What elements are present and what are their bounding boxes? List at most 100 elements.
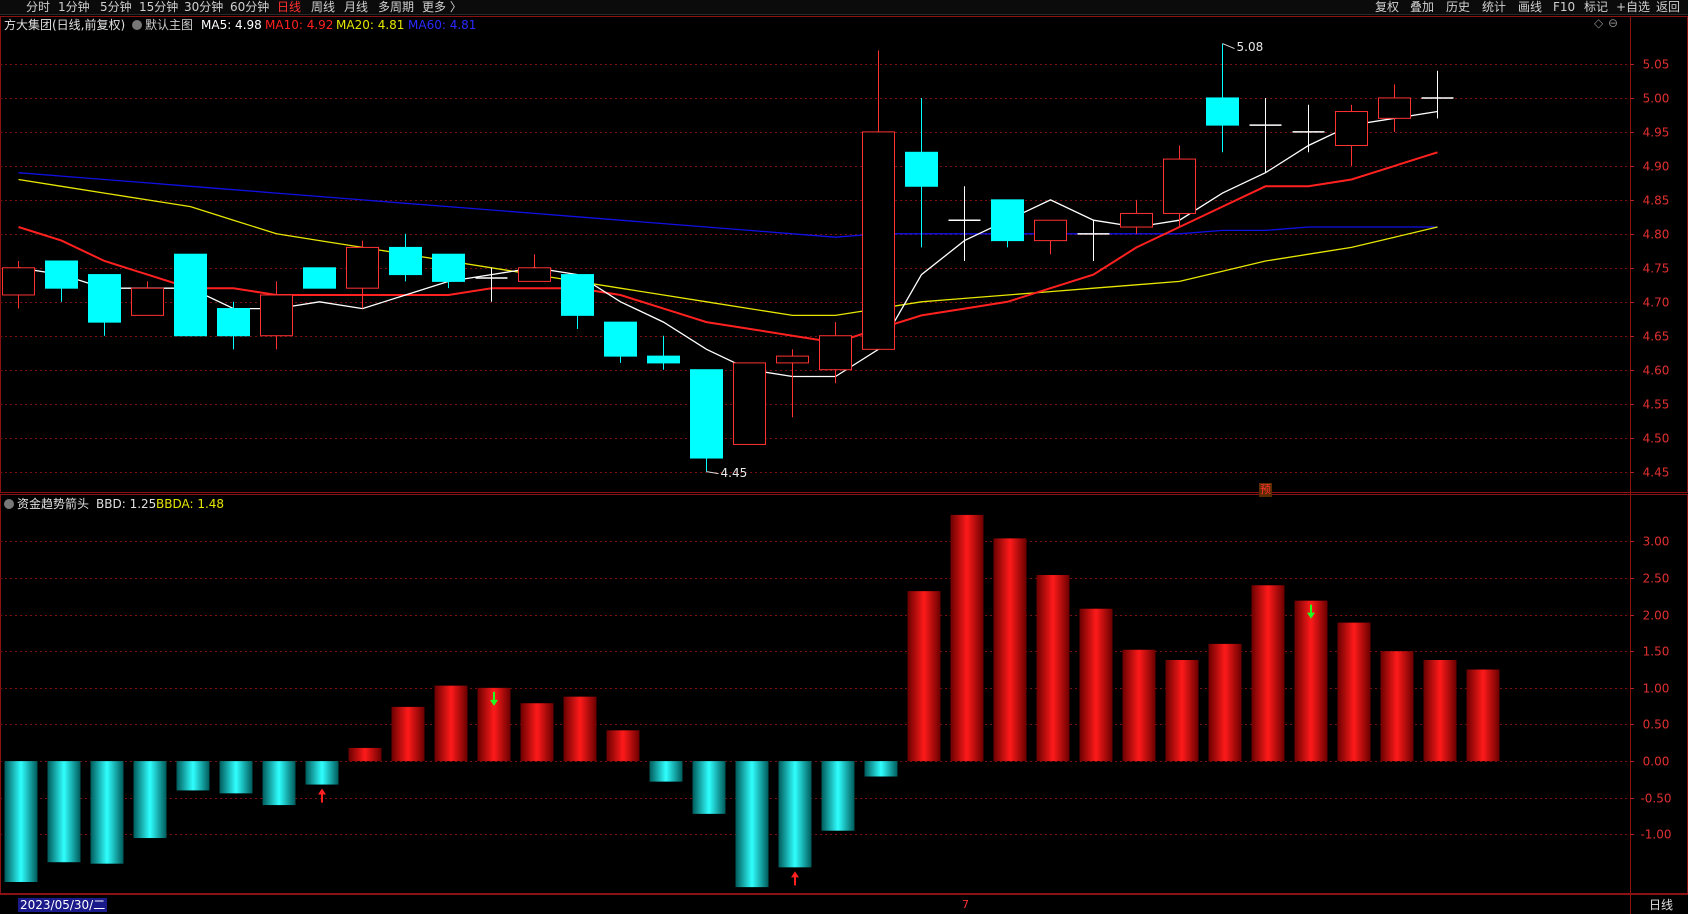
candle-body (647, 355, 680, 364)
candle-body (776, 355, 809, 364)
cursor-date: 2023/05/30/二 (18, 898, 108, 912)
price-tick-label: 4.45 (1643, 466, 1670, 480)
candle-body (2, 267, 35, 296)
indicator-selector[interactable]: 资金趋势箭头 (4, 497, 89, 511)
main-panel-frame (0, 16, 1688, 493)
stock-title: 方大集团(日线,前复权) (4, 18, 126, 32)
candle-body (131, 287, 164, 316)
candle (1034, 219, 1067, 255)
candle (1292, 104, 1325, 153)
candle (260, 281, 293, 350)
price-tick-label: 4.75 (1643, 262, 1670, 276)
candle-body (1335, 111, 1368, 146)
candle-body (819, 335, 852, 371)
bbd-bar (1423, 660, 1457, 762)
bbd-bar (778, 761, 812, 868)
candle (604, 321, 637, 363)
candle-body (174, 253, 207, 337)
candle (45, 260, 78, 302)
bbd-bar (1208, 643, 1242, 762)
candle (1335, 104, 1368, 166)
candle-body (991, 199, 1024, 242)
bbd-bar (993, 538, 1027, 762)
candlesticks (2, 43, 1454, 475)
high-price-marker: 5.08 (1236, 39, 1264, 54)
price-tick-label: 5.00 (1643, 92, 1670, 106)
ma60-legend: MA60: 4.81 (408, 18, 477, 32)
candle-body (862, 131, 895, 350)
collapse-icon[interactable]: ⊖ (1608, 16, 1618, 30)
value-tick-label: 1.50 (1643, 645, 1670, 659)
candle (303, 267, 336, 289)
bbd-bar (821, 761, 855, 831)
price-tick-label: 5.05 (1643, 58, 1670, 72)
ma10-legend: MA10: 4.92 (265, 18, 334, 32)
candle (561, 274, 594, 329)
bbd-bar (907, 591, 941, 762)
bbd-bar (176, 761, 210, 791)
arrow-up-icon (318, 788, 326, 803)
candle-body (1378, 97, 1411, 119)
bbd-bar (950, 514, 984, 762)
kline-chart[interactable]: 5.05 5.00 4.95 4.90 4.85 4.80 4.75 4.70 4.65 4.60… (0, 0, 1688, 914)
candle-body (217, 308, 250, 337)
bbd-bar (606, 730, 640, 762)
bbd-bar (520, 703, 554, 762)
bbd-bar (1466, 669, 1500, 762)
bbd-bar (4, 761, 38, 883)
price-tick-label: 4.80 (1643, 228, 1670, 242)
candle-body (1163, 158, 1196, 214)
bbd-bar (391, 706, 425, 762)
candle-body (260, 294, 293, 337)
bbd-bar (434, 685, 468, 762)
bbd-bar (864, 761, 898, 777)
value-tick-label: 3.00 (1643, 535, 1670, 549)
low-price-marker: 4.45 (720, 465, 748, 480)
bbd-bar (1036, 575, 1070, 762)
candle-body (733, 362, 766, 445)
candle-body (604, 321, 637, 357)
price-tick-label: 4.60 (1643, 364, 1670, 378)
candle (1120, 199, 1153, 234)
value-tick-label: 1.00 (1643, 682, 1670, 696)
period-indicator: 日线 (1649, 898, 1674, 912)
bbd-bar (305, 761, 339, 785)
candle (647, 335, 680, 370)
bbd-bar (1251, 585, 1285, 762)
price-tick-label: 4.50 (1643, 432, 1670, 446)
value-tick-label: -0.50 (1640, 792, 1671, 806)
chevron-down-icon (4, 499, 14, 509)
candle (776, 349, 809, 418)
candle (905, 97, 938, 248)
value-tick-label: 2.50 (1643, 572, 1670, 586)
price-tick-label: 4.65 (1643, 330, 1670, 344)
candle (346, 240, 379, 309)
candle (432, 253, 465, 289)
bbd-bar (1079, 608, 1113, 762)
diamond-icon[interactable]: ◇ (1594, 16, 1603, 30)
bbd-bar (649, 761, 683, 782)
bbda-legend: BBDA: 1.48 (156, 497, 225, 511)
candle (88, 274, 121, 336)
template-selector[interactable]: 默认主图 (132, 18, 193, 32)
candle (690, 369, 723, 472)
forecast-badge[interactable]: 预 (1259, 483, 1272, 497)
candle-body (88, 274, 121, 323)
candle (991, 199, 1024, 248)
bbd-bar (1122, 649, 1156, 762)
bbd-legend: BBD: 1.25 (96, 497, 157, 511)
bbd-bar (1337, 622, 1371, 762)
candle-body (45, 260, 78, 289)
candle-body (1206, 97, 1239, 126)
arrow-up-icon (791, 871, 799, 886)
value-tick-label: -1.00 (1640, 828, 1671, 842)
candle-body (303, 267, 336, 289)
template-label: 默认主图 (145, 18, 194, 32)
candle (174, 253, 207, 337)
bbd-bar (1294, 600, 1328, 762)
candle (1077, 220, 1110, 261)
value-tick-label: 2.00 (1643, 609, 1670, 623)
bbd-bar (219, 761, 253, 794)
sub-value-axis: 3.00 2.50 2.00 1.50 1.00 0.50 0.00 -0.50 -1.00 (1630, 535, 1672, 842)
price-tick-label: 4.85 (1643, 194, 1670, 208)
